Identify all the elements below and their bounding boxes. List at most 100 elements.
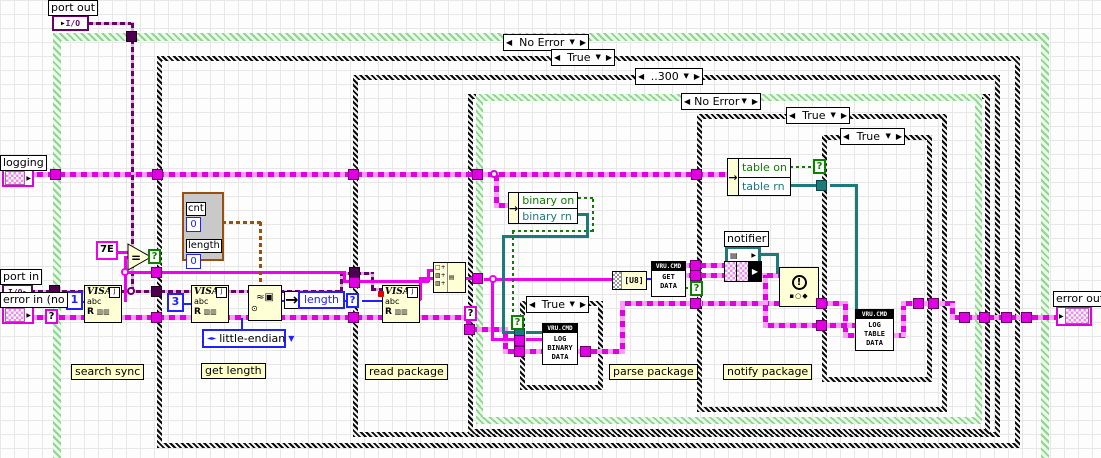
error-in-label[interactable]: error in (no [0, 292, 68, 308]
enum-arrows-icon[interactable]: ◄► [207, 335, 216, 342]
notifier-label[interactable]: notifier [724, 231, 770, 247]
wire-bool-binary-on[interactable] [592, 197, 594, 232]
wire-string-package[interactable] [491, 278, 494, 340]
unbundle-field-table-rn[interactable]: table rn [738, 177, 790, 195]
wire-visa-port-out[interactable] [88, 22, 133, 25]
tunnel[interactable] [959, 312, 970, 323]
case-next-icon[interactable]: ▶ [604, 51, 614, 64]
unbundle-binary-node[interactable]: → binary on binary rn [508, 192, 578, 224]
case-selector-length[interactable]: ? [346, 293, 359, 308]
wire-error[interactable] [703, 301, 783, 306]
dropdown-icon[interactable]: ▼ [683, 70, 691, 83]
subvi-log-binary-data[interactable]: VRU.CMD LOG BINARY DATA [542, 323, 578, 365]
case-selector-error-outer[interactable]: ? [45, 309, 58, 324]
case-next-icon[interactable]: ▶ [692, 70, 702, 83]
tunnel[interactable] [349, 277, 360, 288]
case-selector-error-inner[interactable]: ? [464, 306, 477, 321]
cluster-field-name[interactable]: cnt [186, 202, 206, 216]
tunnel[interactable] [348, 312, 359, 323]
sync-byte-constant[interactable]: 7E [96, 241, 118, 260]
case-label-notify-true[interactable]: ◀ True ▼ ▶ [786, 107, 850, 124]
logging-label[interactable]: logging [0, 155, 47, 171]
wire-refnum-binary[interactable] [502, 235, 589, 238]
logging-terminal[interactable]: ▶ [2, 169, 34, 187]
case-label-range-300[interactable]: ◀ ..300 ▼ ▶ [635, 68, 703, 85]
wire-junction[interactable] [489, 275, 497, 283]
wire-type-cluster[interactable] [222, 221, 263, 224]
port-out-label[interactable]: port out [48, 0, 99, 16]
breakpoint-dot[interactable] [378, 291, 384, 297]
wire-junction[interactable] [121, 268, 129, 276]
cluster-field-value[interactable]: 0 [186, 254, 201, 269]
case-next-icon[interactable]: ▶ [839, 109, 849, 122]
enum-dropdown-icon[interactable]: ▼ [288, 334, 294, 343]
bundle-node[interactable]: ▶ [724, 261, 762, 282]
wire-bool-binary-on[interactable] [512, 230, 514, 324]
send-notification-node[interactable]: ! ▪○◆ [779, 267, 819, 307]
port-in-label[interactable]: port in [0, 269, 43, 285]
case-selector-sync[interactable]: ? [148, 249, 161, 264]
string-to-byte-array-node[interactable]: [U8] [612, 271, 647, 290]
tunnel[interactable] [348, 169, 359, 180]
wire-type-cluster[interactable] [259, 221, 262, 289]
tunnel[interactable] [126, 31, 137, 42]
tunnel[interactable] [472, 273, 483, 284]
case-next-icon[interactable]: ▶ [578, 36, 588, 49]
tunnel[interactable] [928, 298, 939, 309]
tunnel[interactable] [514, 335, 525, 346]
tunnel[interactable] [913, 298, 924, 309]
section-label-parse-package[interactable]: parse package [609, 364, 698, 380]
wire-data[interactable] [763, 323, 819, 328]
case-selector-notify[interactable]: ? [690, 281, 703, 296]
dropdown-icon[interactable]: ▼ [885, 130, 893, 143]
case-next-icon[interactable]: ▶ [578, 298, 588, 311]
case-prev-icon[interactable]: ◀ [636, 70, 646, 83]
section-label-notify-package[interactable]: notify package [723, 364, 813, 380]
tunnel[interactable] [514, 346, 525, 357]
tunnel[interactable] [1001, 312, 1012, 323]
wire-data[interactable] [763, 275, 768, 327]
tunnel[interactable] [690, 270, 701, 281]
dropdown-icon[interactable]: ▼ [569, 36, 577, 49]
unbundle-field-binary-rn[interactable]: binary rn [519, 208, 578, 224]
cluster-field-value[interactable]: 0 [186, 217, 201, 232]
tunnel[interactable] [151, 267, 162, 278]
read-count-constant-3[interactable]: 3 [167, 293, 184, 312]
wire-error[interactable] [843, 301, 848, 337]
case-prev-icon[interactable]: ◀ [504, 36, 514, 49]
section-label-get-length[interactable]: get length [201, 363, 266, 379]
tunnel[interactable] [50, 169, 61, 180]
tunnel[interactable] [816, 180, 827, 191]
case-prev-icon[interactable]: ◀ [527, 298, 537, 311]
tunnel[interactable] [151, 286, 162, 297]
unbundle-field-binary-on[interactable]: binary on [519, 193, 577, 208]
dropdown-icon[interactable]: ▼ [569, 298, 577, 311]
tunnel[interactable] [151, 312, 162, 323]
tunnel[interactable] [816, 320, 827, 331]
visa-read-node-length[interactable]: VISA Jabc R ▥▥ [191, 285, 229, 323]
wire-string[interactable] [161, 271, 345, 274]
wire-junction[interactable] [127, 287, 135, 295]
error-in-terminal[interactable]: ▶ [2, 306, 34, 324]
case-prev-icon[interactable]: ◀ [787, 109, 797, 122]
tunnel[interactable] [152, 169, 163, 180]
tunnel[interactable] [979, 312, 990, 323]
wire-refnum-binary[interactable] [502, 235, 505, 334]
wire-refnum-table[interactable] [830, 184, 858, 187]
wire-junction[interactable] [490, 170, 498, 178]
subvi-get-data[interactable]: VRU.CMD GET DATA [651, 261, 686, 297]
case-selector-table[interactable]: ? [813, 159, 826, 174]
unbundle-table-node[interactable]: → table on table rn [727, 158, 791, 196]
case-next-icon[interactable]: ▶ [750, 95, 760, 108]
endianness-enum[interactable]: ◄► little-endian ▼ [202, 329, 294, 348]
subvi-log-table-data[interactable]: VRU.CMD LOG TABLE DATA [855, 309, 894, 351]
wire-refnum-table[interactable] [855, 184, 858, 312]
dropdown-icon[interactable]: ▼ [741, 95, 749, 108]
error-out-label[interactable]: error out [1053, 291, 1101, 307]
case-next-icon[interactable]: ▶ [894, 130, 904, 143]
case-label-true-outer[interactable]: ◀ True ▼ ▶ [551, 49, 615, 66]
case-prev-icon[interactable]: ◀ [841, 130, 851, 143]
tunnel[interactable] [580, 346, 591, 357]
case-prev-icon[interactable]: ◀ [682, 95, 692, 108]
cluster-field-name[interactable]: length [186, 239, 222, 253]
